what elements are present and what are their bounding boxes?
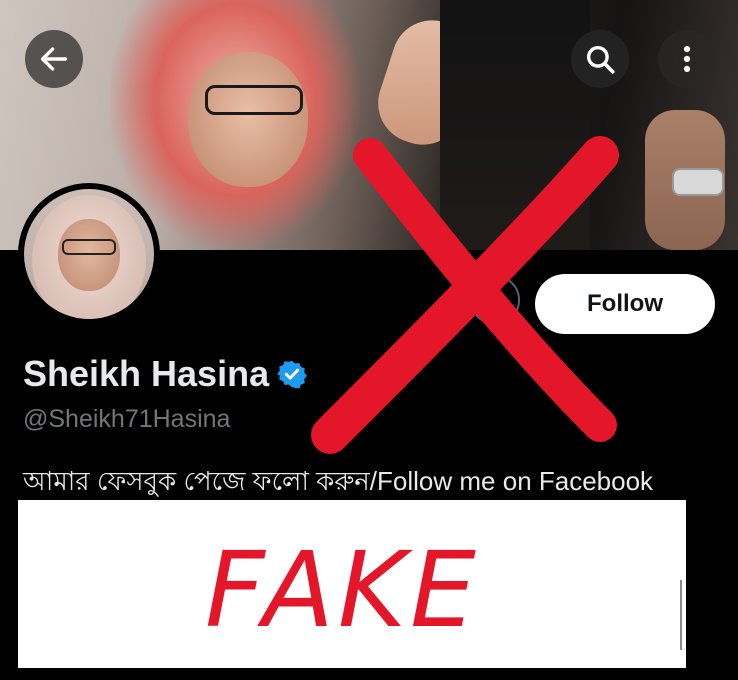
more-vertical-icon <box>683 45 691 73</box>
search-button[interactable] <box>571 30 629 88</box>
profile-bio: আমার ফেসবুক পেজে ফলো করুন/Follow me on F… <box>23 466 654 496</box>
profile-name-row: Sheikh Hasina <box>23 353 307 395</box>
scrollbar[interactable] <box>680 580 682 650</box>
user-handle: @Sheikh71Hasina <box>23 405 231 433</box>
more-options-button[interactable] <box>658 30 716 88</box>
display-name: Sheikh Hasina <box>23 353 270 394</box>
back-button[interactable] <box>25 30 83 88</box>
red-cross-overlay <box>311 136 619 454</box>
search-icon <box>586 45 615 74</box>
avatar[interactable] <box>18 183 160 325</box>
fake-stamp-text: FAKE <box>205 529 480 651</box>
arrow-left-icon <box>40 47 68 71</box>
